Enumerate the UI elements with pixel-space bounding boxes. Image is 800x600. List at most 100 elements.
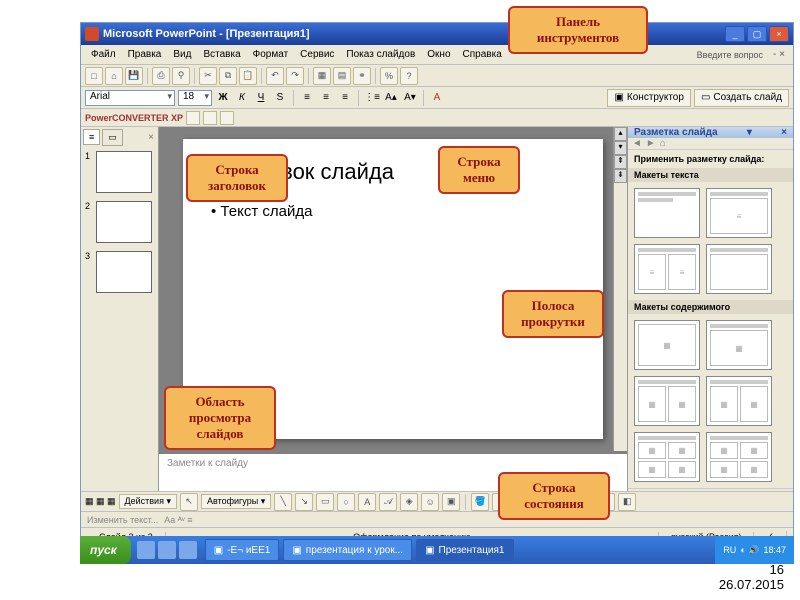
pc-btn-3[interactable] xyxy=(220,111,234,125)
help-icon[interactable]: ? xyxy=(400,67,418,85)
line-icon[interactable]: ╲ xyxy=(274,493,292,511)
new-slide-button[interactable]: ▭ Создать слайд xyxy=(694,89,789,107)
vertical-scrollbar[interactable]: ▴ ▾ ⇞ ⇟ xyxy=(613,127,627,451)
slide-thumb-3[interactable]: 3 xyxy=(85,251,154,293)
underline-button[interactable]: Ч xyxy=(253,90,269,106)
task-pane-close[interactable]: × xyxy=(781,127,787,138)
oval-icon[interactable]: ○ xyxy=(337,493,355,511)
layout-content-6[interactable]: ▦▦▦▦ xyxy=(706,432,772,482)
scroll-up-button[interactable]: ▴ xyxy=(614,127,627,141)
clipart-icon[interactable]: ☺ xyxy=(421,493,439,511)
apply-layout-label: Применить разметку слайда: xyxy=(628,150,793,168)
layout-title-content[interactable]: ≡ xyxy=(706,188,772,238)
undo-icon[interactable]: ↶ xyxy=(266,67,284,85)
wordart-icon[interactable]: 𝒜 xyxy=(379,493,397,511)
pc-btn-1[interactable] xyxy=(186,111,200,125)
chart-icon[interactable]: ▦ xyxy=(313,67,331,85)
increase-font-icon[interactable]: A▴ xyxy=(383,90,399,106)
diagram-icon[interactable]: ◈ xyxy=(400,493,418,511)
select-icon[interactable]: ↖ xyxy=(180,493,198,511)
layout-blank[interactable] xyxy=(706,244,772,294)
new-icon[interactable]: □ xyxy=(85,67,103,85)
task-pane-dropdown[interactable]: ▾ xyxy=(747,127,752,138)
open-icon[interactable]: ⌂ xyxy=(105,67,123,85)
scroll-down-button[interactable]: ▾ xyxy=(614,141,627,155)
tab-slides[interactable]: ▭ xyxy=(102,129,123,146)
layout-content-2[interactable]: ▦ xyxy=(706,320,772,370)
doc-close-button[interactable]: - × xyxy=(769,49,789,60)
layout-content-5[interactable]: ▦▦▦▦ xyxy=(634,432,700,482)
next-slide-button[interactable]: ⇟ xyxy=(614,169,627,183)
italic-button[interactable]: К xyxy=(234,90,250,106)
align-right-icon[interactable]: ≡ xyxy=(337,90,353,106)
edit-text-button[interactable]: Изменить текст... xyxy=(87,515,158,525)
font-color-icon[interactable]: A xyxy=(429,90,445,106)
layout-content-4[interactable]: ▦▦ xyxy=(706,376,772,426)
table-icon[interactable]: ▤ xyxy=(333,67,351,85)
arrow-icon[interactable]: ↘ xyxy=(295,493,313,511)
decrease-font-icon[interactable]: A▾ xyxy=(402,90,418,106)
menu-format[interactable]: Формат xyxy=(247,47,295,62)
autoshapes-menu[interactable]: Автофигуры ▾ xyxy=(201,494,271,509)
close-button[interactable]: × xyxy=(769,26,789,42)
slide-body-placeholder[interactable]: Текст слайда xyxy=(211,203,575,220)
menu-insert[interactable]: Вставка xyxy=(197,47,246,62)
quicklaunch-icon[interactable] xyxy=(137,541,155,559)
taskbar-item-active[interactable]: ▣ Презентация1 xyxy=(416,539,513,561)
redo-icon[interactable]: ↷ xyxy=(286,67,304,85)
nav-back-icon[interactable]: ◄ xyxy=(632,138,642,149)
font-name-select[interactable]: Arial xyxy=(85,90,175,106)
menu-window[interactable]: Окно xyxy=(421,47,456,62)
layout-content-1[interactable]: ▦ xyxy=(634,320,700,370)
zoom-icon[interactable]: % xyxy=(380,67,398,85)
menu-view[interactable]: Вид xyxy=(167,47,197,62)
system-tray[interactable]: RU ◐ 🔊 18:47 xyxy=(715,536,794,564)
layout-two-col[interactable]: ≡≡ xyxy=(634,244,700,294)
align-left-icon[interactable]: ≡ xyxy=(299,90,315,106)
prev-slide-button[interactable]: ⇞ xyxy=(614,155,627,169)
paste-icon[interactable]: 📋 xyxy=(239,67,257,85)
layout-content-3[interactable]: ▦▦ xyxy=(634,376,700,426)
quicklaunch-icon[interactable] xyxy=(179,541,197,559)
actions-menu[interactable]: Действия ▾ xyxy=(119,494,177,509)
hyperlink-icon[interactable]: ⚭ xyxy=(353,67,371,85)
bold-button[interactable]: Ж xyxy=(215,90,231,106)
panel-close-button[interactable]: × xyxy=(144,132,158,143)
taskbar-item[interactable]: ▣ -E¬ иEE1 xyxy=(205,539,280,561)
nav-home-icon[interactable]: ⌂ xyxy=(660,138,666,149)
maximize-button[interactable]: ▢ xyxy=(747,26,767,42)
layout-title-only[interactable] xyxy=(634,188,700,238)
bullets-icon[interactable]: ⋮≡ xyxy=(364,90,380,106)
rect-icon[interactable]: ▭ xyxy=(316,493,334,511)
align-center-icon[interactable]: ≡ xyxy=(318,90,334,106)
slide-thumb-1[interactable]: 1 xyxy=(85,151,154,193)
designer-button[interactable]: ▣ Конструктор xyxy=(607,89,690,107)
menu-help[interactable]: Справка xyxy=(457,47,508,62)
pc-btn-2[interactable] xyxy=(203,111,217,125)
taskbar-item[interactable]: ▣ презентация к урок... xyxy=(283,539,412,561)
picture-icon[interactable]: ▣ xyxy=(442,493,460,511)
nav-fwd-icon[interactable]: ► xyxy=(646,138,656,149)
copy-icon[interactable]: ⧉ xyxy=(219,67,237,85)
quicklaunch-icon[interactable] xyxy=(158,541,176,559)
menu-file[interactable]: Файл xyxy=(85,47,122,62)
fill-color-icon[interactable]: 🪣 xyxy=(471,493,489,511)
print-icon[interactable]: ⎙ xyxy=(152,67,170,85)
callout-menu-row: Строка меню xyxy=(438,146,520,194)
save-icon[interactable]: 💾 xyxy=(125,67,143,85)
menu-slideshow[interactable]: Показ слайдов xyxy=(340,47,421,62)
minimize-button[interactable]: _ xyxy=(725,26,745,42)
cut-icon[interactable]: ✂ xyxy=(199,67,217,85)
tab-outline[interactable]: ≡ xyxy=(83,129,100,145)
font-size-select[interactable]: 18 xyxy=(178,90,212,106)
shadow-button[interactable]: S xyxy=(272,90,288,106)
textbox-icon[interactable]: A xyxy=(358,493,376,511)
3d-style-icon[interactable]: ◧ xyxy=(618,493,636,511)
preview-icon[interactable]: ⚲ xyxy=(172,67,190,85)
start-button[interactable]: пуск xyxy=(80,536,131,564)
slide-thumb-2[interactable]: 2 xyxy=(85,201,154,243)
menu-edit[interactable]: Правка xyxy=(122,47,168,62)
menu-tools[interactable]: Сервис xyxy=(294,47,340,62)
ask-box[interactable]: Введите вопрос xyxy=(697,50,763,60)
task-pane-title: Разметка слайда xyxy=(634,127,718,138)
